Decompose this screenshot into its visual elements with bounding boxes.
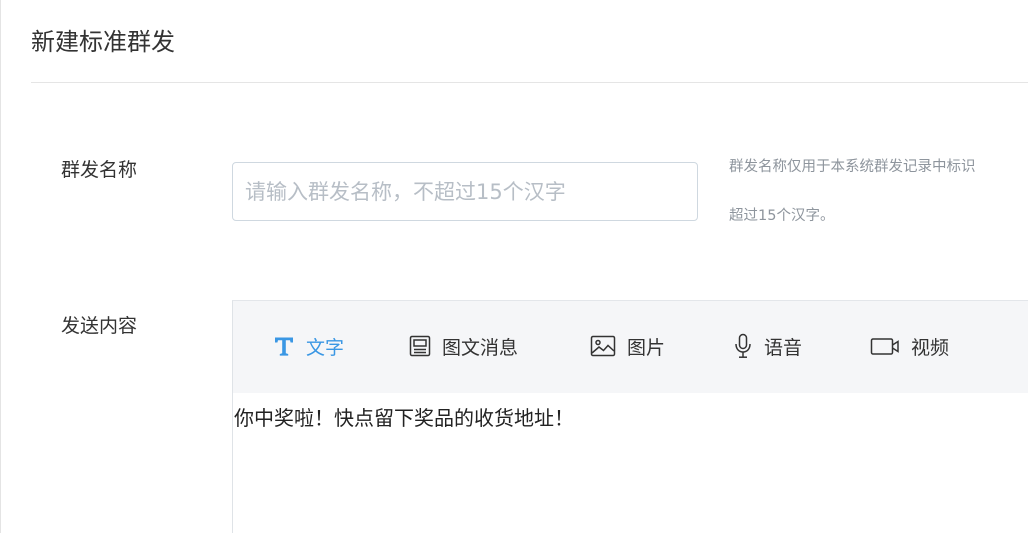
tab-article-label: 图文消息 bbox=[442, 336, 519, 359]
video-icon bbox=[870, 336, 900, 356]
tab-image[interactable]: 图片 bbox=[590, 331, 665, 361]
mass-send-page: 新建标准群发 群发名称 群发名称仅用于本系统群发记录中标识 超过15个汉字。 发… bbox=[0, 0, 1028, 533]
tab-voice-label: 语音 bbox=[764, 336, 803, 359]
name-input[interactable] bbox=[232, 162, 698, 221]
message-text[interactable]: 你中奖啦！快点留下奖品的收货地址！ bbox=[234, 404, 574, 432]
content-field-label: 发送内容 bbox=[61, 315, 138, 337]
tab-article[interactable]: 图文消息 bbox=[409, 331, 518, 361]
content-type-toolbar: 文字 图文消息 图片 语音 视频 bbox=[233, 301, 1028, 393]
text-icon bbox=[273, 335, 295, 357]
tab-video[interactable]: 视频 bbox=[870, 331, 949, 361]
left-border bbox=[0, 0, 1, 533]
tab-voice[interactable]: 语音 bbox=[733, 331, 802, 361]
image-icon bbox=[590, 335, 616, 357]
title-divider bbox=[31, 82, 1028, 83]
tab-video-label: 视频 bbox=[911, 336, 950, 359]
name-hint-line1: 群发名称仅用于本系统群发记录中标识 bbox=[729, 159, 976, 175]
page-title: 新建标准群发 bbox=[31, 28, 175, 56]
name-hint-line2: 超过15个汉字。 bbox=[729, 208, 835, 224]
tab-image-label: 图片 bbox=[627, 336, 666, 359]
tab-text[interactable]: 文字 bbox=[273, 331, 344, 361]
name-field-label: 群发名称 bbox=[61, 159, 138, 181]
tab-text-label: 文字 bbox=[306, 336, 345, 359]
content-editor[interactable]: 文字 图文消息 图片 语音 视频 你中奖啦！快点留下奖品的收货地址！ bbox=[232, 300, 1028, 533]
article-icon bbox=[409, 335, 431, 357]
microphone-icon bbox=[733, 333, 753, 359]
